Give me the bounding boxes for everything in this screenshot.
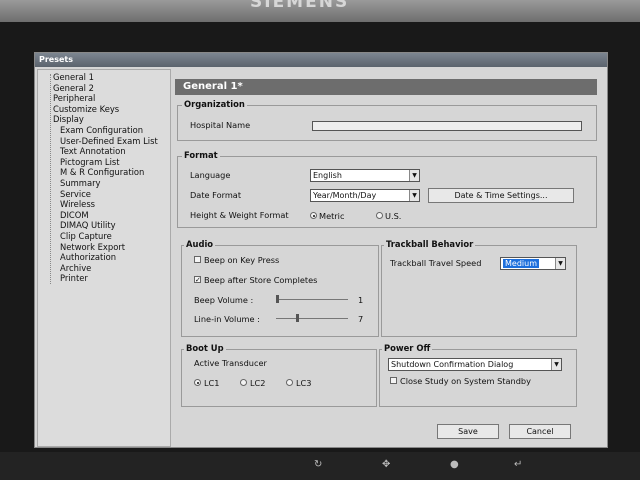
- settings-panel: General 1* Organization Hospital Name Fo…: [175, 69, 605, 447]
- bootup-legend: Boot Up: [184, 343, 226, 353]
- tree-item[interactable]: Network Export: [60, 242, 125, 252]
- trackball-speed-value: Medium: [503, 259, 539, 268]
- lc3-label: LC3: [296, 378, 312, 388]
- chevron-down-icon: ▼: [555, 258, 565, 269]
- hospital-name-label: Hospital Name: [190, 120, 251, 130]
- metric-label: Metric: [319, 211, 345, 221]
- presets-window: Presets General 1 General 2 Peripheral Cust…: [34, 52, 608, 448]
- linein-volume-label: Line-in Volume :: [194, 314, 260, 324]
- tree-item[interactable]: DICOM: [60, 210, 89, 220]
- beep-key-checkbox[interactable]: [194, 256, 201, 263]
- organization-group: Organization Hospital Name: [177, 99, 597, 141]
- bootup-group: Boot Up Active Transducer LC1 LC2 LC3: [181, 343, 377, 407]
- poweroff-value: Shutdown Confirmation Dialog: [391, 360, 514, 369]
- tree-connector: [50, 74, 51, 284]
- tree-item[interactable]: Authorization: [60, 252, 116, 262]
- cancel-button[interactable]: Cancel: [509, 424, 571, 439]
- tree-item[interactable]: Printer: [60, 273, 88, 283]
- trackball-speed-select[interactable]: Medium ▼: [500, 257, 566, 270]
- trackball-icon[interactable]: ✥: [382, 459, 390, 470]
- language-label: Language: [190, 170, 231, 180]
- format-legend: Format: [182, 150, 220, 160]
- tree-item[interactable]: M & R Configuration: [60, 167, 144, 177]
- tree-item[interactable]: Pictogram List: [60, 157, 120, 167]
- active-transducer-label: Active Transducer: [194, 358, 267, 368]
- save-button[interactable]: Save: [437, 424, 499, 439]
- date-format-label: Date Format: [190, 190, 242, 200]
- trackball-speed-label: Trackball Travel Speed: [390, 258, 482, 268]
- beep-store-label: Beep after Store Completes: [204, 275, 318, 285]
- format-group: Format Language English ▼ Date Format Ye…: [177, 150, 597, 228]
- lc1-radio[interactable]: [194, 379, 201, 386]
- brand-logo: SIEMENS: [250, 0, 350, 12]
- linein-volume-slider[interactable]: [276, 318, 348, 319]
- presets-tree: General 1 General 2 Peripheral Customize Ke…: [37, 69, 171, 447]
- linein-volume-thumb[interactable]: [296, 314, 299, 322]
- us-radio[interactable]: [376, 212, 383, 219]
- beep-volume-thumb[interactable]: [276, 295, 279, 303]
- chevron-down-icon: ▼: [551, 359, 561, 370]
- tree-item[interactable]: Exam Configuration: [60, 125, 143, 135]
- organization-legend: Organization: [182, 99, 247, 109]
- tree-item[interactable]: Peripheral: [53, 93, 95, 103]
- tree-item[interactable]: Customize Keys: [53, 104, 119, 114]
- tree-item[interactable]: DIMAQ Utility: [60, 220, 116, 230]
- poweroff-legend: Power Off: [382, 343, 433, 353]
- tree-item[interactable]: Wireless: [60, 199, 95, 209]
- date-format-select[interactable]: Year/Month/Day ▼: [310, 189, 420, 202]
- monitor-bezel-top: SIEMENS: [0, 0, 640, 22]
- tree-item[interactable]: General 2: [53, 83, 94, 93]
- poweroff-group: Power Off Shutdown Confirmation Dialog ▼…: [379, 343, 577, 407]
- audio-legend: Audio: [184, 239, 216, 249]
- tree-item[interactable]: Display: [53, 114, 84, 124]
- date-format-value: Year/Month/Day: [313, 191, 377, 200]
- tree-item[interactable]: Service: [60, 189, 91, 199]
- lc3-radio[interactable]: [286, 379, 293, 386]
- tree-item[interactable]: Clip Capture: [60, 231, 112, 241]
- language-select[interactable]: English ▼: [310, 169, 420, 182]
- window-title: Presets: [35, 53, 607, 67]
- us-label: U.S.: [385, 211, 402, 221]
- power-cycle-icon[interactable]: ↻: [314, 459, 322, 470]
- tree-item[interactable]: User-Defined Exam List: [60, 136, 158, 146]
- close-study-label: Close Study on System Standby: [400, 376, 531, 386]
- beep-store-checkbox[interactable]: ✓: [194, 276, 201, 284]
- close-study-checkbox[interactable]: [390, 377, 397, 384]
- back-icon[interactable]: ↵: [514, 459, 522, 470]
- language-value: English: [313, 171, 342, 180]
- dot-icon[interactable]: ●: [450, 459, 459, 470]
- hospital-name-input[interactable]: [312, 121, 582, 131]
- page-title: General 1*: [175, 79, 597, 95]
- linein-volume-value: 7: [358, 314, 364, 324]
- poweroff-select[interactable]: Shutdown Confirmation Dialog ▼: [388, 358, 562, 371]
- beep-volume-label: Beep Volume :: [194, 295, 254, 305]
- lc2-radio[interactable]: [240, 379, 247, 386]
- trackball-group: Trackball Behavior Trackball Travel Spee…: [381, 239, 577, 337]
- height-weight-label: Height & Weight Format: [190, 210, 289, 220]
- lc2-label: LC2: [250, 378, 266, 388]
- trackball-legend: Trackball Behavior: [384, 239, 476, 249]
- audio-group: Audio Beep on Key Press ✓ Beep after Sto…: [181, 239, 379, 337]
- lc1-label: LC1: [204, 378, 220, 388]
- metric-radio[interactable]: [310, 212, 317, 219]
- beep-key-label: Beep on Key Press: [204, 255, 280, 265]
- tree-item[interactable]: Summary: [60, 178, 100, 188]
- tree-item[interactable]: General 1: [53, 72, 94, 82]
- beep-volume-value: 1: [358, 295, 364, 305]
- tree-item[interactable]: Archive: [60, 263, 91, 273]
- chevron-down-icon: ▼: [409, 190, 419, 201]
- chevron-down-icon: ▼: [409, 170, 419, 181]
- date-time-settings-button[interactable]: Date & Time Settings...: [428, 188, 574, 203]
- tree-item[interactable]: Text Annotation: [60, 146, 126, 156]
- beep-volume-slider[interactable]: [276, 299, 348, 300]
